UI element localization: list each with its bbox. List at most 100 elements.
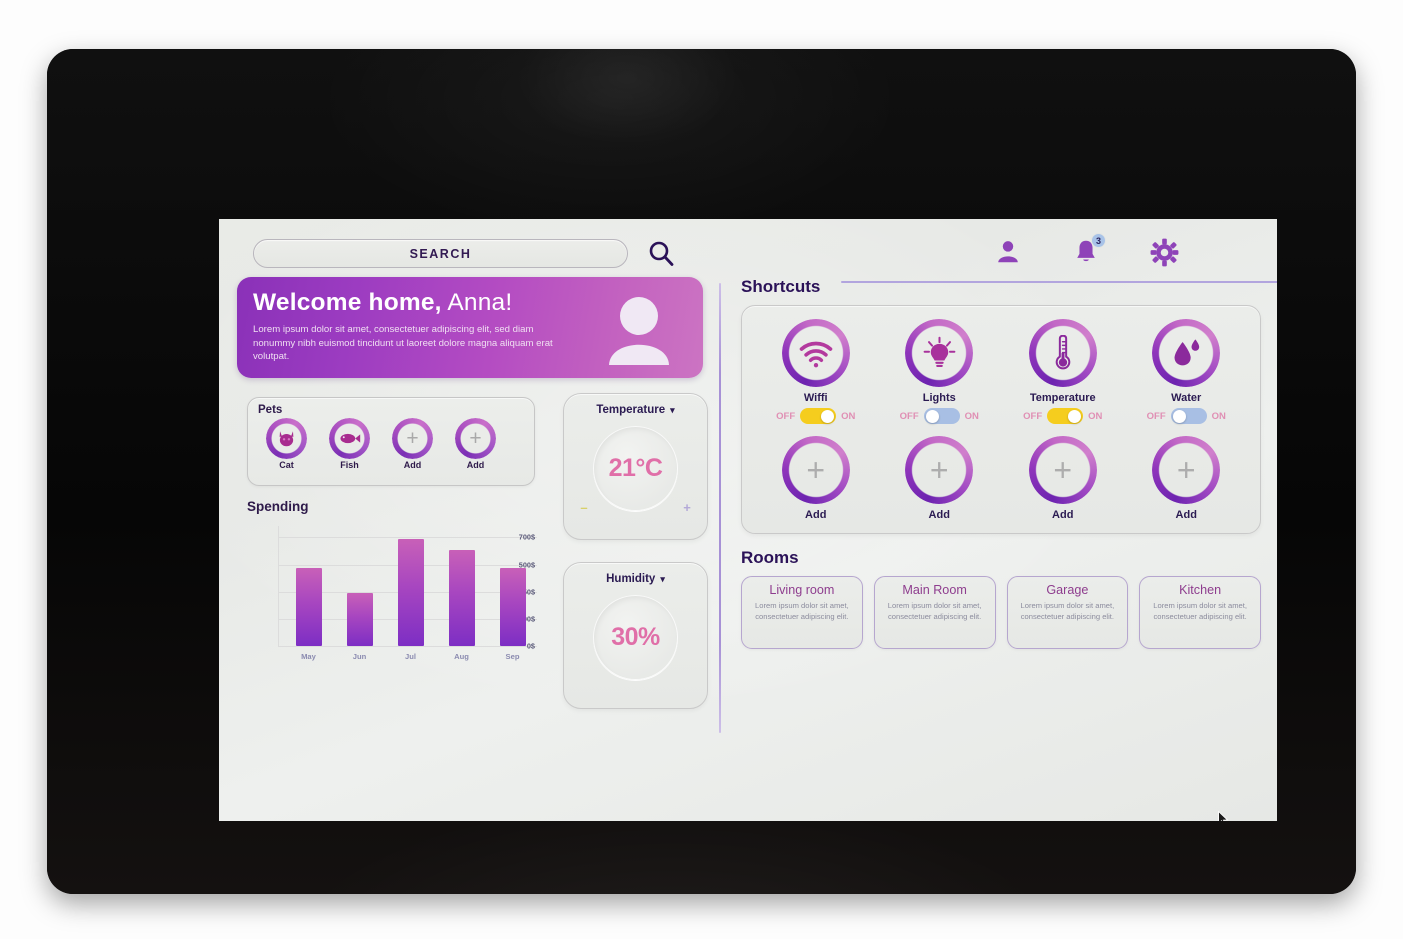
humidity-title-text: Humidity: [606, 573, 656, 585]
toggle-off-label: OFF: [776, 410, 796, 422]
search-icon[interactable]: [646, 239, 676, 269]
pet-item-add-1[interactable]: + Add: [392, 418, 433, 470]
shortcut-label: Wiffi: [803, 392, 828, 404]
temperature-decrease-button[interactable]: –: [576, 500, 592, 515]
chart-bar: [397, 538, 424, 646]
screenshot-stage: SEARCH 3 Welcome home, Anna! Lorem ipsum…: [0, 0, 1403, 939]
toggle-knob: [821, 409, 835, 423]
chevron-down-icon[interactable]: ▾: [660, 574, 665, 585]
shortcut-wifi[interactable]: Wiffi OFF ON: [757, 319, 875, 424]
app-header: SEARCH 3: [237, 233, 1277, 283]
shortcut-add-2[interactable]: + Add: [880, 436, 998, 521]
toggle-off-label: OFF: [899, 410, 919, 422]
room-card-main-room[interactable]: Main Room Lorem ipsum dolor sit amet, co…: [873, 576, 996, 649]
chart-y-axis-line: [278, 526, 279, 647]
cat-icon: [279, 431, 294, 447]
pets-card: Pets Cat Fish + Add + Add: [247, 397, 535, 486]
header-icon-group: 3: [991, 233, 1261, 269]
shortcut-ring: [782, 319, 850, 387]
rooms-list: Living room Lorem ipsum dolor sit amet, …: [741, 576, 1261, 649]
plus-icon: +: [1176, 452, 1196, 488]
notifications-button[interactable]: 3: [1069, 233, 1106, 269]
shortcut-lights[interactable]: Lights OFF ON: [880, 319, 998, 424]
shortcut-ring: +: [1029, 436, 1097, 504]
toggle-on-label: ON: [1088, 410, 1103, 422]
room-card-garage[interactable]: Garage Lorem ipsum dolor sit amet, conse…: [1006, 576, 1129, 649]
shortcut-ring: [1152, 319, 1220, 387]
hamburger-menu-icon[interactable]: [1225, 235, 1261, 269]
monitor-bezel: SEARCH 3 Welcome home, Anna! Lorem ipsum…: [47, 49, 1356, 894]
toggle-knob: [1172, 409, 1186, 423]
shortcut-add-4[interactable]: + Add: [1127, 436, 1245, 521]
toggle-on-label: ON: [1211, 410, 1226, 422]
room-card-kitchen[interactable]: Kitchen Lorem ipsum dolor sit amet, cons…: [1139, 576, 1261, 649]
shortcut-toggle-wifi[interactable]: [800, 408, 837, 424]
chart-gridline: [278, 646, 537, 647]
water-drop-icon: [1174, 339, 1200, 366]
dashboard-app: SEARCH 3 Welcome home, Anna! Lorem ipsum…: [219, 219, 1277, 821]
fish-icon: [340, 433, 361, 444]
chart-x-tick-label: May: [301, 652, 316, 661]
humidity-value: 30%: [611, 623, 660, 651]
temperature-value: 21°C: [608, 454, 663, 482]
shortcut-toggle-temperature[interactable]: [1047, 408, 1084, 424]
shortcut-add-1[interactable]: + Add: [757, 436, 875, 521]
temperature-dial: 21°C: [593, 426, 678, 511]
chevron-down-icon[interactable]: ▾: [670, 405, 675, 416]
temperature-card[interactable]: Temperature ▾ 21°C – +: [563, 393, 708, 540]
shortcut-toggle-lights[interactable]: [923, 408, 960, 424]
shortcut-ring: +: [905, 436, 973, 504]
shortcut-add-3[interactable]: + Add: [1004, 436, 1122, 521]
column-divider: [719, 283, 721, 733]
shortcut-water[interactable]: Water OFF ON: [1127, 319, 1245, 424]
pets-title: Pets: [258, 404, 283, 416]
shortcut-temperature[interactable]: Temperature OFF ON: [1004, 319, 1122, 424]
chart-x-tick-label: Jun: [352, 652, 367, 661]
lightbulb-icon: [923, 336, 956, 367]
toggle-knob: [925, 409, 939, 423]
mouse-cursor: [1218, 810, 1229, 821]
rooms-section: Rooms Living room Lorem ipsum dolor sit …: [741, 548, 1261, 649]
room-description: Lorem ipsum dolor sit amet, consectetuer…: [887, 601, 982, 621]
pet-ring: +: [455, 418, 496, 459]
shortcuts-add-list: + Add + Add + Add + Add: [754, 436, 1248, 521]
shortcut-add-label: Add: [928, 509, 950, 521]
plus-icon: +: [1053, 452, 1073, 488]
spending-section: Spending 0$ 100$ 250$ 500$ 700$ May Jun Jul Aug S…: [247, 499, 547, 666]
chart-bar: [346, 592, 373, 646]
chart-x-tick-label: Jul: [405, 652, 416, 661]
pet-item-add-2[interactable]: + Add: [455, 418, 496, 470]
pet-label: Add: [403, 460, 422, 470]
screen: SEARCH 3 Welcome home, Anna! Lorem ipsum…: [219, 219, 1277, 821]
shortcuts-panel: Wiffi OFF ON Lights OFF ON Temperature O…: [741, 305, 1261, 534]
plus-icon: +: [806, 452, 826, 488]
shortcut-toggle-row: OFF ON: [880, 408, 998, 424]
temperature-increase-button[interactable]: +: [679, 500, 695, 515]
shortcuts-title: Shortcuts: [741, 277, 821, 296]
search-input[interactable]: SEARCH: [253, 239, 628, 268]
shortcut-ring: [1029, 319, 1097, 387]
room-card-living-room[interactable]: Living room Lorem ipsum dolor sit amet, …: [741, 576, 863, 649]
wifi-icon: [799, 341, 833, 367]
chart-bar: [499, 568, 526, 646]
search-input-value: SEARCH: [409, 246, 472, 261]
pets-list: Cat Fish + Add + Add: [258, 418, 524, 470]
profile-button[interactable]: [991, 235, 1025, 269]
chart-bar: [295, 567, 322, 646]
rooms-title: Rooms: [741, 548, 799, 567]
shortcuts-list: Wiffi OFF ON Lights OFF ON Temperature O…: [754, 319, 1248, 424]
plus-icon: +: [929, 452, 949, 488]
pet-ring: [266, 418, 307, 459]
shortcut-ring: +: [1152, 436, 1220, 504]
shortcut-add-label: Add: [805, 509, 827, 521]
plus-icon: +: [406, 427, 419, 450]
settings-button[interactable]: [1147, 235, 1181, 269]
bezel-reflection: [517, 49, 737, 144]
humidity-card[interactable]: Humidity ▾ 30%: [563, 562, 708, 709]
pet-item-fish[interactable]: Fish: [329, 418, 370, 470]
room-description: Lorem ipsum dolor sit amet, consectetuer…: [1153, 601, 1247, 621]
pet-item-cat[interactable]: Cat: [266, 418, 307, 470]
shortcut-label: Lights: [922, 392, 956, 404]
toggle-off-label: OFF: [1023, 410, 1043, 422]
shortcut-toggle-water[interactable]: [1170, 408, 1207, 424]
